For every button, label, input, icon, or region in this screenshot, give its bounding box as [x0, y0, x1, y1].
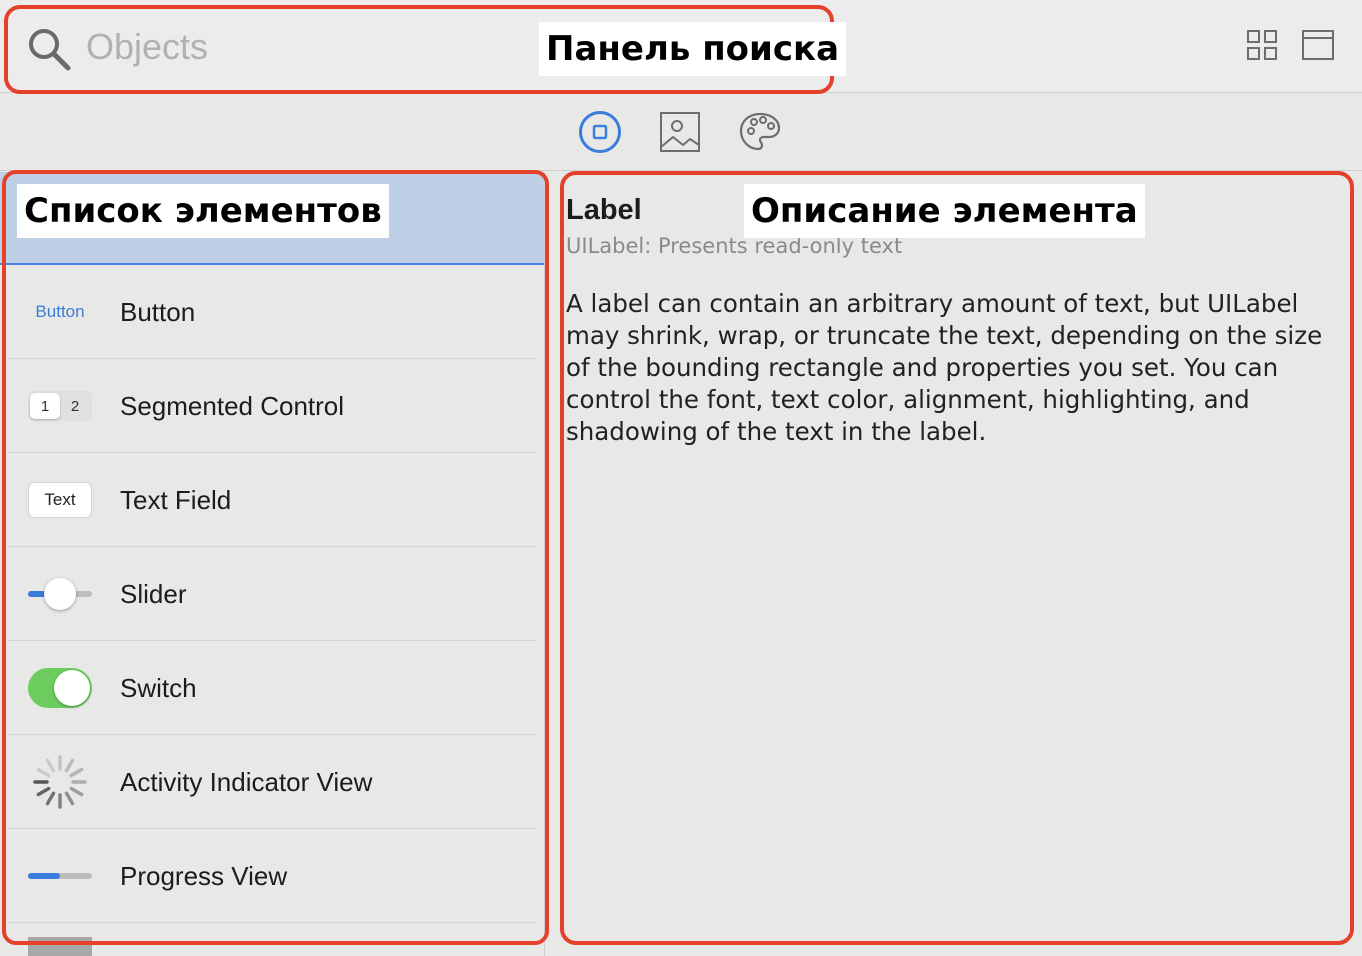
list-item-label: Activity Indicator View — [120, 767, 373, 797]
element-list-callout-label: Список элементов — [17, 184, 389, 238]
list-item-progress-view[interactable]: Progress View — [8, 829, 536, 923]
text-field-preview: Text — [28, 453, 92, 547]
element-description-callout-label: Описание элемента — [744, 184, 1145, 238]
list-item-segmented-control[interactable]: 1 2 Segmented Control — [8, 359, 536, 453]
object-list: Button Button 1 2 Segmented Control Text… — [0, 172, 545, 956]
objects-tab-icon[interactable] — [577, 109, 623, 155]
list-item-label: Progress View — [120, 861, 288, 891]
list-item-label: Button — [120, 297, 196, 327]
list-item-label: Slider — [120, 579, 187, 609]
segment-label: 2 — [70, 397, 80, 415]
segmented-control-preview: 1 2 — [28, 359, 92, 453]
text-field-preview-text: Text — [28, 482, 92, 518]
list-item-switch[interactable]: Switch — [8, 641, 536, 735]
image-icon[interactable] — [657, 109, 703, 155]
segment-label: 1 — [30, 393, 60, 419]
list-item-button[interactable]: Button Button — [8, 265, 536, 359]
list-item-label: Switch — [120, 673, 197, 703]
list-item-label: Segmented Control — [120, 391, 345, 421]
search-icon — [29, 29, 71, 71]
list-item-text-field[interactable]: Text Text Field — [8, 453, 536, 547]
detail-description: A label can contain an arbitrary amount … — [566, 289, 1323, 446]
spinner-icon — [33, 755, 87, 809]
activity-indicator-preview — [28, 735, 92, 829]
search-panel-callout-label: Панель поиска — [539, 22, 847, 76]
palette-icon[interactable] — [737, 109, 783, 155]
library-tab-bar — [0, 93, 1362, 171]
search-input[interactable] — [86, 22, 526, 72]
grid-view-icon[interactable] — [1245, 28, 1279, 62]
detail-title: Label — [566, 194, 642, 226]
switch-preview — [28, 641, 92, 735]
list-item-slider[interactable]: Slider — [8, 547, 536, 641]
progress-view-preview — [28, 829, 92, 923]
list-item-label: Text Field — [120, 485, 232, 515]
list-item-activity-indicator[interactable]: Activity Indicator View — [8, 735, 536, 829]
button-preview: Button — [28, 265, 92, 359]
slider-preview — [28, 547, 92, 641]
button-preview-text: Button — [35, 302, 85, 321]
next-item-preview — [28, 937, 92, 956]
window-layout-icon[interactable] — [1301, 28, 1335, 62]
object-detail-pane: Label UILabel: Presents read-only text A… — [546, 172, 1362, 956]
